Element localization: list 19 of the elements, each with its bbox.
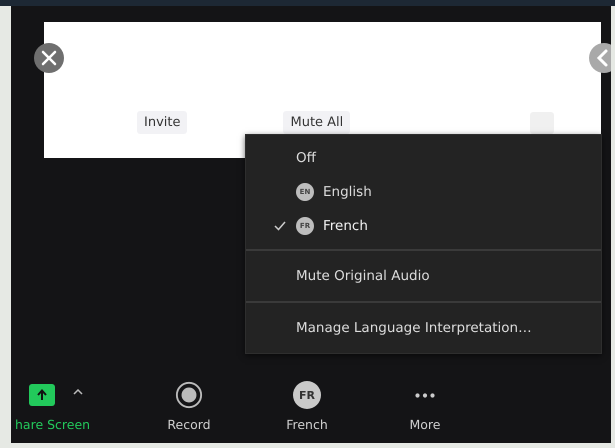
caret-icon[interactable] <box>73 389 83 395</box>
chevron-left-icon[interactable] <box>589 43 611 73</box>
panel-button[interactable]: Mute All <box>283 111 350 134</box>
record-icon[interactable] <box>175 381 203 409</box>
panel-button[interactable]: Invite <box>137 111 188 134</box>
menu-item[interactable]: Mute Original Audio <box>296 268 430 284</box>
menu-item[interactable]: English <box>323 184 372 200</box>
menu-item[interactable]: Manage Language Interpretation… <box>296 320 532 336</box>
toolbar-label[interactable]: More <box>410 417 440 432</box>
checkmark-icon <box>274 221 286 231</box>
menu-item[interactable]: French <box>323 218 368 234</box>
menu-item[interactable]: Off <box>296 150 316 166</box>
toolbar-label[interactable]: Record <box>167 417 211 432</box>
language-badge[interactable]: FR <box>293 381 321 409</box>
more-icon[interactable] <box>415 392 435 398</box>
close-icon[interactable] <box>34 43 64 73</box>
toolbar-label[interactable]: hare Screen <box>15 417 90 432</box>
share-screen-icon[interactable] <box>29 384 55 406</box>
toolbar-label[interactable]: French <box>286 417 328 432</box>
